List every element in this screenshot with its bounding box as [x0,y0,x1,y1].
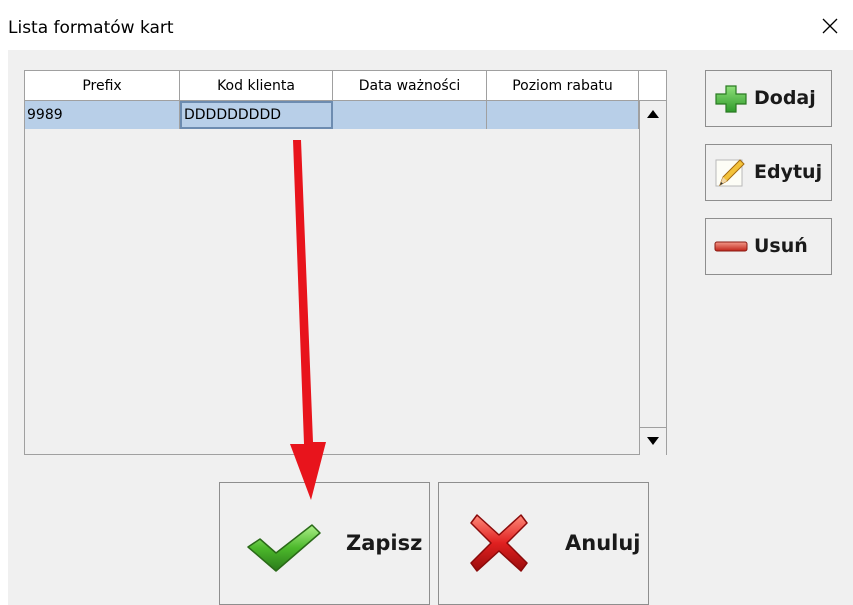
title-bar: Lista formatów kart [0,0,853,50]
minus-icon [714,241,748,252]
add-button-label: Dodaj [754,87,816,109]
save-button-label: Zapisz [346,531,423,555]
triangle-down-icon [647,437,659,445]
save-button[interactable]: Zapisz [219,482,430,605]
plus-icon [715,85,747,113]
column-header-corner [639,71,666,101]
x-mark-icon [470,514,528,572]
window-title: Lista formatów kart [8,18,174,38]
edit-button[interactable]: Edytuj [705,144,832,201]
cancel-button[interactable]: Anuluj [438,482,649,605]
column-header-kod-klienta[interactable]: Kod klienta [180,71,333,101]
column-header-prefix[interactable]: Prefix [25,71,180,101]
table-row[interactable]: 9989 DDDDDDDDD [25,101,639,129]
scroll-up-button[interactable] [640,101,666,129]
cell-poziom-rabatu[interactable] [487,101,639,129]
add-button[interactable]: Dodaj [705,70,832,127]
scroll-down-button[interactable] [640,427,666,455]
column-header-poziom-rabatu[interactable]: Poziom rabatu [487,71,639,101]
cancel-button-label: Anuluj [565,531,641,555]
triangle-up-icon [647,110,659,118]
close-button[interactable] [807,0,853,50]
column-header-data-waznosci[interactable]: Data ważności [333,71,487,101]
checkmark-icon [247,524,321,572]
card-format-grid[interactable]: Prefix Kod klienta Data ważności Poziom … [24,70,667,455]
delete-button[interactable]: Usuń [705,218,832,275]
cell-kod-klienta[interactable]: DDDDDDDDD [180,101,333,129]
close-icon [822,18,838,34]
vertical-scrollbar[interactable] [639,101,666,455]
cell-prefix[interactable]: 9989 [25,101,180,129]
scroll-track[interactable] [640,128,666,427]
cell-data-waznosci[interactable] [333,101,487,129]
delete-button-label: Usuń [754,235,808,257]
edit-button-label: Edytuj [754,161,823,183]
pencil-icon [715,159,745,187]
